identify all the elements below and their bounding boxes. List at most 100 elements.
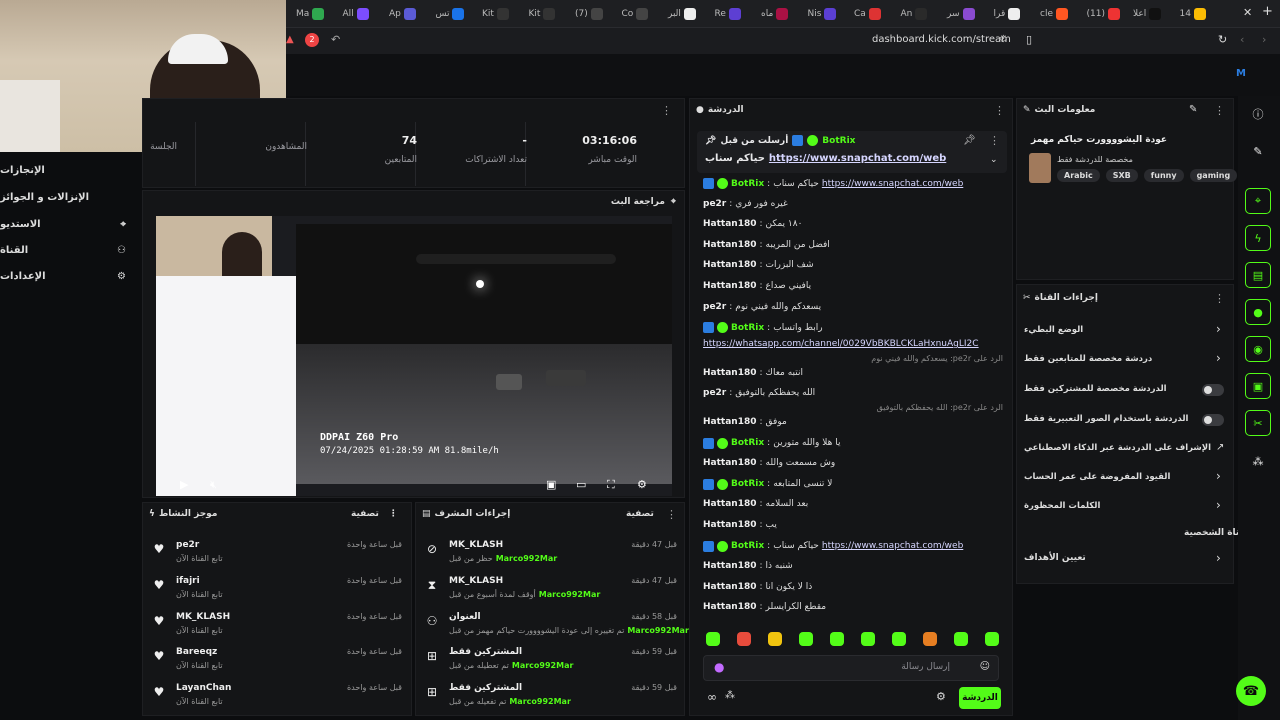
mic-icon[interactable]: ● (714, 660, 724, 674)
browser-tab[interactable]: An (901, 6, 928, 22)
browser-tab[interactable]: All (343, 6, 369, 22)
chat-username[interactable]: Hattan180 (703, 219, 756, 229)
pip-icon[interactable]: ▣ (546, 478, 556, 491)
browser-tab[interactable]: (11) (1087, 6, 1120, 22)
toggle-switch[interactable] (1202, 384, 1224, 396)
browser-tab[interactable]: Kit (529, 6, 556, 22)
chat-message[interactable]: BotRix: لا تنسى المتابعه (703, 478, 1003, 493)
broadcast-rail-icon[interactable]: ◉ (1245, 336, 1271, 362)
browser-tab[interactable]: Re (715, 6, 741, 22)
emote-icon[interactable] (737, 632, 751, 646)
emote-icon[interactable] (923, 632, 937, 646)
chat-message[interactable]: Hattan180: افضل من المريبه (703, 240, 1003, 254)
browser-tab[interactable]: Kit (482, 6, 509, 22)
browser-tab[interactable]: اعلا (1133, 6, 1162, 22)
chat-username[interactable]: Hattan180 (703, 458, 756, 468)
chat-username[interactable]: pe2r (703, 388, 726, 398)
chat-username[interactable]: BotRix (731, 479, 764, 489)
mod-menu-icon[interactable]: ⋮ (666, 508, 677, 521)
mod-action-item[interactable]: ⧗ MK_KLASH أوقف لمدة أسبوع من قبل Marco992M… (425, 576, 677, 606)
chat-message[interactable]: Hattan180:١٨٠ يمكن (703, 219, 1003, 233)
toggle-switch[interactable] (1202, 414, 1224, 426)
chat-message[interactable]: Hattan180: بعد السلامه (703, 499, 1003, 513)
browser-tab[interactable]: سر (947, 6, 975, 22)
dots-icon[interactable]: ⁂ (725, 690, 735, 701)
emote-icon[interactable] (861, 632, 875, 646)
emoji-icon[interactable]: ☺ (980, 661, 990, 672)
mod-actor[interactable]: Marco992Mar (496, 554, 558, 563)
emote-icon[interactable] (954, 632, 968, 646)
channel-action-item[interactable]: القيود المفروضة على عمر الحساب › (1016, 469, 1234, 488)
channel-action-item[interactable]: الكلمات المحظورة › (1016, 498, 1234, 517)
chat-username[interactable]: Hattan180 (703, 520, 756, 530)
activity-item[interactable]: ♥ ifajri تابع القناة الآن قبل ساعة واحدة (152, 576, 402, 606)
chat-settings-icon[interactable]: ⚙ (936, 690, 946, 703)
browser-tab[interactable]: 14 (1180, 6, 1206, 22)
chat-message[interactable]: pe2r: الله يحفظكم بالتوفيق (703, 388, 1003, 402)
mod-target[interactable]: المشتركين فقط (449, 683, 522, 693)
kick-logo-icon[interactable]: M (1236, 68, 1246, 79)
send-chat-button[interactable]: الدردشة (959, 687, 1001, 709)
mod-action-item[interactable]: ⊘ MK_KLASH حظر من قبل Marco992Mar قبل 47 دقي… (425, 540, 677, 570)
chat-message[interactable]: BotRix: يا هلا والله متورين (703, 437, 1003, 452)
chat-message[interactable]: Hattan180: انتبه معاك (703, 368, 1003, 382)
stats-menu-icon[interactable]: ⋮ (661, 104, 672, 117)
bolt-rail-icon[interactable]: ϟ (1245, 225, 1271, 251)
activity-menu-icon[interactable]: ⋮ (389, 509, 398, 519)
nav-item[interactable]: الاستديو ⌖ (0, 216, 130, 232)
activity-item[interactable]: ♥ pe2r تابع القناة الآن قبل ساعة واحدة (152, 540, 402, 570)
channel-action-item[interactable]: الدردشة مخصصة للمشتركين فقط (1016, 382, 1234, 400)
pinned-menu-icon[interactable]: ⋮ (989, 134, 1000, 147)
emote-icon[interactable] (768, 632, 782, 646)
chat-username[interactable]: pe2r (703, 302, 726, 312)
pinned-message[interactable]: 📌︎ أرسلت من قبل BotRix 📌︎ ⋮ حياكم سناب h… (697, 131, 1007, 173)
chat-input[interactable]: إرسال رسالة ☺ ● (703, 655, 999, 681)
emote-icon[interactable] (799, 632, 813, 646)
channel-action-item[interactable]: الوضع البطيء › (1016, 322, 1234, 341)
channel-action-item[interactable]: الدردشة باستخدام الصور التعبيرية فقط (1016, 412, 1234, 430)
chat-message[interactable]: Hattan180: ذا لا يكون انا (703, 582, 1003, 596)
activity-item[interactable]: ♥ Bareeqz تابع القناة الآن قبل ساعة واحدة (152, 647, 402, 677)
set-goals-row[interactable]: تعيين الأهداف › (1016, 548, 1234, 570)
nav-item[interactable]: الإنزالات و الجوائز (0, 189, 130, 205)
browser-tab[interactable]: (7) (575, 6, 603, 22)
mod-actor[interactable]: Marco992Mar (539, 590, 601, 599)
pinned-link[interactable]: https://www.snapchat.com/web (769, 153, 946, 164)
back-icon[interactable]: ‹ (1240, 33, 1244, 46)
activity-username[interactable]: Bareeqz (176, 647, 217, 657)
extension-badge[interactable]: 2 (305, 33, 319, 47)
theater-icon[interactable]: ▭ (576, 478, 586, 491)
help-button[interactable]: ☎ (1236, 676, 1266, 706)
browser-tab[interactable]: تس (436, 6, 465, 22)
stream-tag[interactable]: Arabic (1057, 169, 1100, 182)
mod-action-item[interactable]: ⊞ المشتركين فقط تم تفعيله من قبل Marco992Ma… (425, 683, 677, 713)
browser-tab[interactable]: cle (1040, 6, 1068, 22)
pinned-collapse-icon[interactable]: ⌄ (990, 155, 998, 165)
edit-info-icon[interactable]: ✎ (1189, 104, 1197, 115)
chat-message[interactable]: pe2r: يسعدكم والله فيني نوم (703, 302, 1003, 316)
mod-action-item[interactable]: ⊞ المشتركين فقط تم تعطيله من قبل Marco992Ma… (425, 647, 677, 677)
bookmark-icon[interactable]: ▯ (1026, 33, 1032, 46)
chat-username[interactable]: Hattan180 (703, 417, 756, 427)
new-tab-icon[interactable]: + (1262, 4, 1273, 19)
stream-tag[interactable]: SXB (1105, 169, 1138, 182)
channel-action-item[interactable]: الإشراف على الدردشة عبر الذكاء الاصطناعي… (1016, 441, 1234, 459)
browser-tab[interactable]: البر (668, 6, 696, 22)
stream-tag[interactable]: gaming (1189, 169, 1238, 182)
chat-link[interactable]: https://whatsapp.com/channel/0029VbBKBLC… (703, 339, 979, 349)
info-rail-icon[interactable]: ⓘ (1245, 101, 1271, 127)
nav-item[interactable]: الإنجازات (0, 162, 130, 178)
chat-rail-icon[interactable]: ● (1245, 299, 1271, 325)
chat-message[interactable]: Hattan180: شف البزرات (703, 260, 1003, 274)
layout-rail-icon[interactable]: ▣ (1245, 373, 1271, 399)
undo-icon[interactable]: ↶ (331, 33, 340, 46)
channel-action-item[interactable]: دردشة مخصصة للمتابعين فقط › (1016, 351, 1234, 370)
fullscreen-icon[interactable]: ⛶ (607, 478, 615, 492)
chat-username[interactable]: BotRix (731, 323, 764, 333)
player-settings-icon[interactable]: ⚙ (637, 478, 647, 491)
chat-username[interactable]: Hattan180 (703, 499, 756, 509)
chat-username[interactable]: Hattan180 (703, 368, 756, 378)
chat-username[interactable]: BotRix (731, 179, 764, 189)
chat-message[interactable]: BotRix: حياكم سناب https://www.snapchat.c… (703, 540, 1003, 555)
browser-tab[interactable]: Ca (854, 6, 881, 22)
